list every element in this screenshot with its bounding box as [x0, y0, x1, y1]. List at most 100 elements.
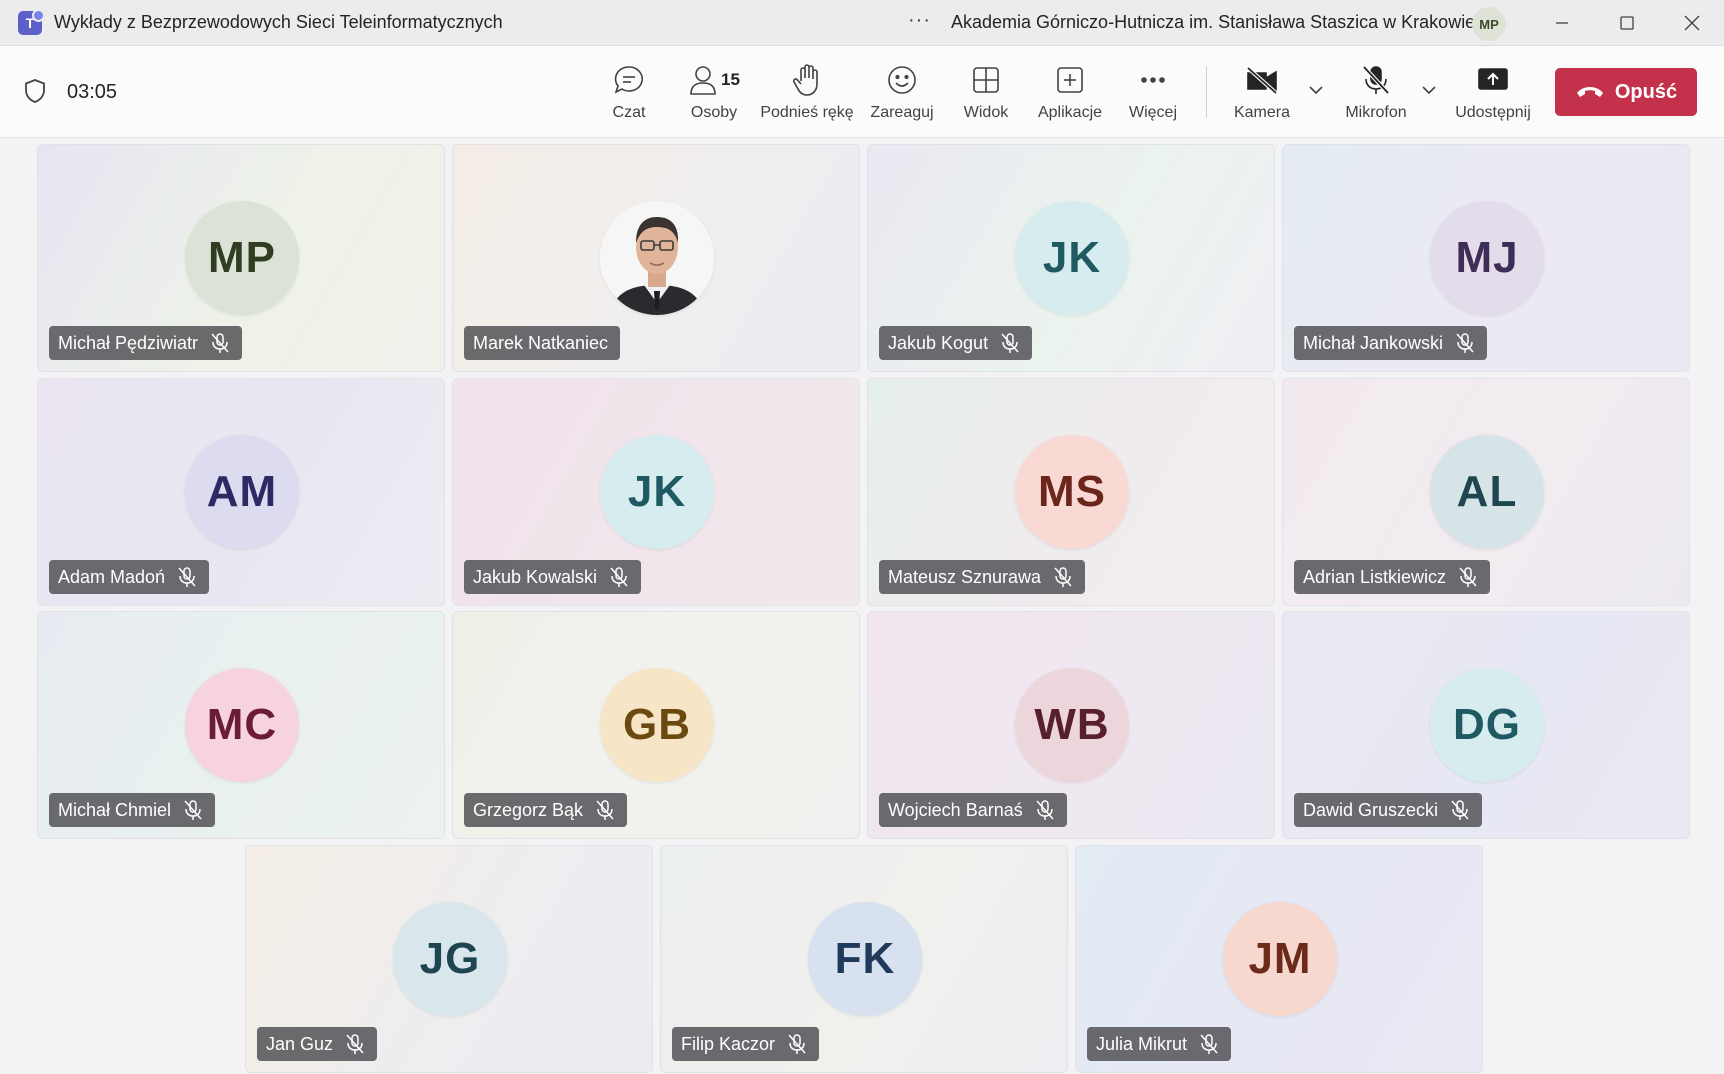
participant-tile[interactable]: JK Jakub Kogut	[867, 144, 1275, 372]
participant-name: Wojciech Barnaś	[888, 799, 1023, 820]
participant-name: Jakub Kowalski	[473, 566, 598, 587]
add-app-icon	[1057, 67, 1083, 93]
toolbar-divider	[1206, 66, 1207, 118]
participant-tile[interactable]: MJ Michał Jankowski	[1282, 144, 1690, 372]
participant-name: Filip Kaczor	[681, 1033, 776, 1054]
participant-name-tag: Jakub Kogut	[879, 326, 1033, 360]
apps-button[interactable]: Aplikacje	[1036, 62, 1104, 126]
mic-muted-icon	[345, 1033, 365, 1055]
grid-view-icon	[973, 67, 999, 93]
mic-options-chevron-down-icon[interactable]	[1419, 80, 1439, 100]
mic-muted-icon	[210, 332, 230, 354]
mic-muted-icon	[1000, 332, 1020, 354]
participant-name: Adrian Listkiewicz	[1303, 566, 1447, 587]
participant-avatar: MC	[185, 668, 299, 782]
minimize-icon	[1556, 22, 1568, 24]
raise-hand-icon	[792, 64, 818, 96]
participant-avatar: FK	[808, 902, 922, 1016]
react-button[interactable]: Zareaguj	[870, 62, 934, 126]
raise-hand-label: Podnieś rękę	[760, 104, 854, 121]
view-button[interactable]: Widok	[962, 62, 1010, 126]
participant-name-tag: Julia Mikrut	[1087, 1027, 1232, 1061]
participant-name: Jakub Kogut	[888, 332, 989, 353]
minimize-button[interactable]	[1532, 0, 1592, 46]
raise-hand-button[interactable]: Podnieś rękę	[760, 62, 854, 126]
microphone-label: Mikrofon	[1345, 104, 1407, 121]
close-button[interactable]	[1662, 0, 1722, 46]
meeting-toolbar: 03:05 Czat 15 Osoby Podnieś rękę Zareagu…	[0, 46, 1724, 138]
maximize-icon	[1620, 16, 1634, 30]
participant-tile[interactable]: JG Jan Guz	[245, 845, 653, 1073]
hang-up-icon	[1576, 87, 1603, 97]
mic-muted-icon	[1035, 799, 1055, 821]
mic-muted-icon	[787, 1033, 807, 1055]
more-label: Więcej	[1128, 104, 1177, 121]
participant-tile[interactable]: FK Filip Kaczor	[660, 845, 1068, 1073]
chat-icon	[614, 66, 643, 94]
mic-muted-icon	[183, 799, 203, 821]
participant-tile[interactable]: AM Adam Madoń	[37, 378, 445, 606]
participant-name-tag: Grzegorz Bąk	[464, 793, 628, 827]
participant-name-tag: Michał Chmiel	[49, 793, 216, 827]
share-button[interactable]: Udostępnij	[1453, 62, 1533, 126]
participant-tile[interactable]: Marek Natkaniec	[452, 144, 860, 372]
participant-tile[interactable]: JK Jakub Kowalski	[452, 378, 860, 606]
leave-button[interactable]: Opuść	[1555, 68, 1697, 116]
participant-name-tag: Dawid Gruszecki	[1294, 793, 1483, 827]
mic-muted-icon	[609, 566, 629, 588]
participant-avatar: DG	[1430, 668, 1544, 782]
participant-name: Adam Madoń	[58, 566, 166, 587]
participant-name: Michał Chmiel	[58, 799, 172, 820]
camera-button[interactable]: Kamera	[1233, 62, 1291, 126]
chat-button[interactable]: Czat	[609, 62, 649, 126]
window-title: Wykłady z Bezprzewodowych Sieci Teleinfo…	[54, 12, 503, 32]
camera-options-chevron-down-icon[interactable]	[1306, 80, 1326, 100]
mic-off-icon	[1362, 65, 1390, 95]
participant-name: Mateusz Sznurawa	[888, 566, 1042, 587]
participant-tile[interactable]: MC Michał Chmiel	[37, 611, 445, 839]
organization-name: Akademia Górniczo-Hutnicza im. Stanisław…	[951, 12, 1476, 32]
people-label: Osoby	[690, 104, 738, 121]
participant-avatar: MP	[185, 201, 299, 315]
participant-tile[interactable]: DG Dawid Gruszecki	[1282, 611, 1690, 839]
participant-avatar: GB	[600, 668, 714, 782]
participant-tile[interactable]: GB Grzegorz Bąk	[452, 611, 860, 839]
mic-muted-icon	[1199, 1033, 1219, 1055]
mic-muted-icon	[1458, 566, 1478, 588]
participant-tile[interactable]: MP Michał Pędziwiatr	[37, 144, 445, 372]
participant-tile[interactable]: WB Wojciech Barnaś	[867, 611, 1275, 839]
participant-avatar: JG	[393, 902, 507, 1016]
participant-name-tag: Wojciech Barnaś	[879, 793, 1067, 827]
people-count: 15	[721, 70, 740, 89]
participant-tile[interactable]: MS Mateusz Sznurawa	[867, 378, 1275, 606]
participant-name-tag: Michał Pędziwiatr	[49, 326, 243, 360]
close-icon	[1684, 15, 1700, 31]
title-more-icon[interactable]: ···	[908, 9, 931, 32]
share-screen-icon	[1478, 68, 1508, 90]
participant-name-tag: Michał Jankowski	[1294, 326, 1488, 360]
participant-name-tag: Adam Madoń	[49, 560, 210, 594]
share-label: Udostępnij	[1455, 104, 1531, 121]
participant-avatar: MJ	[1430, 201, 1544, 315]
participant-avatar: AL	[1430, 435, 1544, 549]
apps-label: Aplikacje	[1037, 104, 1103, 121]
camera-label: Kamera	[1233, 104, 1291, 121]
mic-muted-icon	[1450, 799, 1470, 821]
participant-name: Michał Jankowski	[1303, 332, 1444, 353]
participant-name: Michał Pędziwiatr	[58, 332, 199, 353]
people-button[interactable]: 15 Osoby	[685, 62, 743, 126]
people-icon	[690, 66, 716, 95]
participant-photo	[600, 201, 714, 315]
participant-tile[interactable]: JM Julia Mikrut	[1075, 845, 1483, 1073]
teams-logo-icon: T	[18, 8, 45, 35]
mic-muted-icon	[177, 566, 197, 588]
participant-avatar: AM	[185, 435, 299, 549]
mic-muted-icon	[595, 799, 615, 821]
user-avatar[interactable]: MP	[1472, 7, 1506, 41]
more-icon	[1141, 77, 1165, 83]
microphone-button[interactable]: Mikrofon	[1341, 62, 1411, 126]
participant-tile[interactable]: AL Adrian Listkiewicz	[1282, 378, 1690, 606]
view-label: Widok	[963, 104, 1009, 121]
more-button[interactable]: Więcej	[1127, 62, 1179, 126]
maximize-button[interactable]	[1597, 0, 1657, 46]
